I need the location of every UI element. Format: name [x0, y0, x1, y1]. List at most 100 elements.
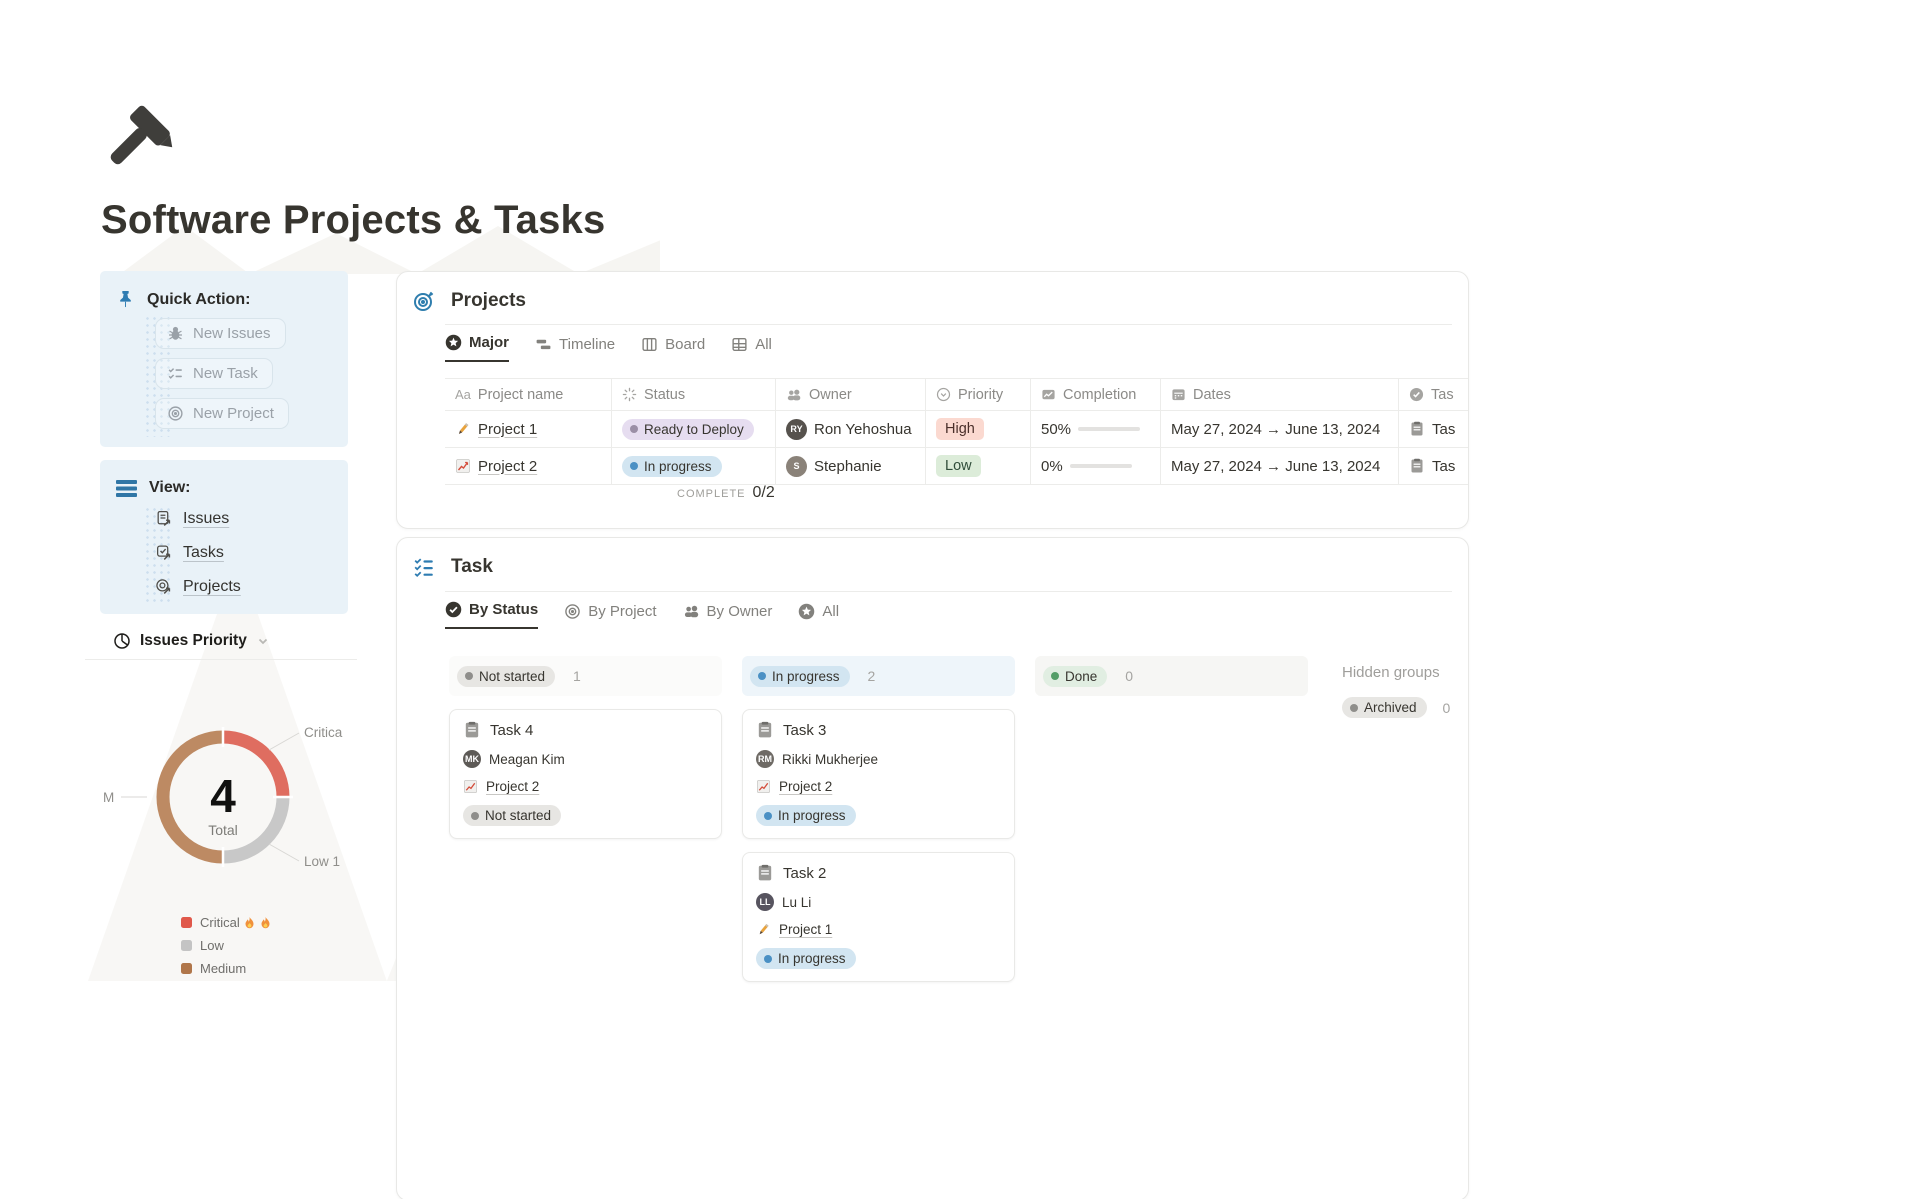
group-pill: Done: [1043, 666, 1107, 687]
tab-by-owner[interactable]: By Owner: [683, 603, 773, 629]
kanban-group-done: Done 0: [1035, 656, 1308, 696]
group-count: 1: [573, 668, 581, 684]
flame-icon: [259, 916, 272, 930]
task-card[interactable]: Task 4 MK Meagan Kim Project 2 Not start…: [449, 709, 722, 839]
completion-chart-icon: [1041, 387, 1056, 402]
project-link[interactable]: Project 1: [779, 922, 832, 937]
group-pill: Not started: [457, 666, 555, 687]
table-footer-complete: COMPLETE 0/2: [677, 484, 775, 502]
legend-item-medium: Medium: [181, 961, 272, 976]
chart-up-icon: [756, 779, 771, 794]
sidebar-link-projects[interactable]: Projects: [155, 578, 241, 596]
status-cell: Ready to Deploy: [612, 411, 776, 447]
tab-timeline[interactable]: Timeline: [535, 336, 615, 362]
group-header[interactable]: In progress 2: [742, 656, 1015, 696]
legend-label-low: Low: [200, 938, 224, 953]
tab-board[interactable]: Board: [641, 336, 705, 362]
page-icon: [1409, 458, 1425, 474]
issues-priority-dropdown[interactable]: Issues Priority: [113, 632, 270, 650]
donut-label-medium: M: [103, 790, 114, 805]
page-icon: [463, 721, 481, 739]
task-card[interactable]: Task 2 LL Lu Li Project 1: [742, 852, 1015, 982]
target-icon: [413, 290, 435, 312]
check-circle-icon: [1409, 387, 1424, 402]
column-header-status[interactable]: Status: [612, 379, 776, 410]
people-icon: [683, 603, 700, 620]
group-header[interactable]: Not started 1: [449, 656, 722, 696]
tab-major[interactable]: Major: [445, 334, 509, 362]
task-status-row: In progress: [756, 948, 1001, 969]
column-header-owner[interactable]: Owner: [776, 379, 926, 410]
project-name-cell[interactable]: Project 2: [445, 448, 612, 484]
sidebar-link-projects-label: Projects: [183, 578, 241, 596]
new-task-label: New Task: [193, 365, 258, 382]
tab-by-project-label: By Project: [588, 603, 656, 620]
quick-action-panel: Quick Action: New Issues New Task: [100, 271, 348, 447]
task-card[interactable]: Task 3 RM Rikki Mukherjee Project 2 In p…: [742, 709, 1015, 839]
chevron-down-icon[interactable]: [256, 634, 270, 648]
projects-title: Projects: [451, 290, 526, 312]
priority-pill: High: [936, 418, 984, 440]
task-project-row: Project 1: [756, 922, 1001, 937]
completion-value: 50%: [1041, 421, 1071, 438]
page-icon: [756, 864, 774, 882]
task-card-title: Task 3: [783, 722, 826, 739]
hammer-icon[interactable]: [101, 100, 181, 185]
status-dot: [1051, 672, 1059, 680]
column-header-priority[interactable]: Priority: [926, 379, 1031, 410]
priority-cell: Low: [926, 448, 1031, 484]
calendar-icon: [1171, 387, 1186, 402]
hidden-group-archived[interactable]: Archived 0: [1342, 697, 1450, 718]
chart-legend: Critical Low Medium: [181, 915, 272, 984]
new-project-button[interactable]: New Project: [155, 398, 289, 429]
tab-all[interactable]: All: [798, 603, 839, 629]
tasks-cell[interactable]: Tas: [1399, 448, 1468, 484]
completion-value: 0%: [1041, 458, 1063, 475]
group-count: 0: [1125, 668, 1133, 684]
column-header-dates[interactable]: Dates: [1161, 379, 1399, 410]
project-link[interactable]: Project 2: [486, 779, 539, 794]
tab-major-label: Major: [469, 334, 509, 351]
column-header-completion[interactable]: Completion: [1031, 379, 1161, 410]
status-dot: [630, 425, 638, 433]
project-link[interactable]: Project 2: [779, 779, 832, 794]
tasks-cell[interactable]: Tas: [1399, 411, 1468, 447]
completion-cell: 50%: [1031, 411, 1161, 447]
tab-all-label: All: [755, 336, 772, 353]
new-issues-button[interactable]: New Issues: [155, 318, 286, 349]
status-pill: In progress: [756, 805, 856, 826]
kanban-group-not-started: Not started 1 Task 4 MK Meagan Kim: [449, 656, 722, 839]
archived-pill[interactable]: Archived: [1342, 697, 1427, 718]
new-task-button[interactable]: New Task: [155, 358, 273, 389]
column-header-tasks[interactable]: Tas: [1399, 379, 1468, 410]
column-header-project-name[interactable]: Aa Project name: [445, 379, 612, 410]
group-header[interactable]: Done 0: [1035, 656, 1308, 696]
tab-board-label: Board: [665, 336, 705, 353]
view-panel: View: Issues Tasks: [100, 460, 348, 614]
tab-by-status[interactable]: By Status: [445, 601, 538, 629]
status-dot: [758, 672, 766, 680]
tab-by-project[interactable]: By Project: [564, 603, 656, 629]
owner-cell: RY Ron Yehoshua: [776, 411, 926, 447]
owner-name: Ron Yehoshua: [814, 421, 912, 438]
projects-table: Aa Project name Status Owner: [445, 378, 1468, 485]
flame-icon: [243, 916, 256, 930]
sidebar-link-issues[interactable]: Issues: [155, 510, 229, 528]
sidebar-link-tasks[interactable]: Tasks: [155, 544, 224, 562]
tab-by-owner-label: By Owner: [707, 603, 773, 620]
priority-pill: Low: [936, 455, 981, 477]
document-arrow-icon: [155, 510, 173, 528]
projects-section: Projects Major Timeline Bo: [396, 271, 1469, 529]
progress-bar: [1070, 464, 1132, 468]
tab-by-status-label: By Status: [469, 601, 538, 618]
project-link[interactable]: Project 2: [478, 458, 537, 475]
project-name-cell[interactable]: Project 1: [445, 411, 612, 447]
tab-timeline-label: Timeline: [559, 336, 615, 353]
status-pill: Ready to Deploy: [622, 419, 754, 440]
project-link[interactable]: Project 1: [478, 421, 537, 438]
task-project-row: Project 2: [463, 779, 708, 794]
progress-bar: [1078, 427, 1140, 431]
star-circle-icon: [798, 603, 815, 620]
tab-all[interactable]: All: [731, 336, 772, 362]
table-header-row: Aa Project name Status Owner: [445, 378, 1468, 411]
